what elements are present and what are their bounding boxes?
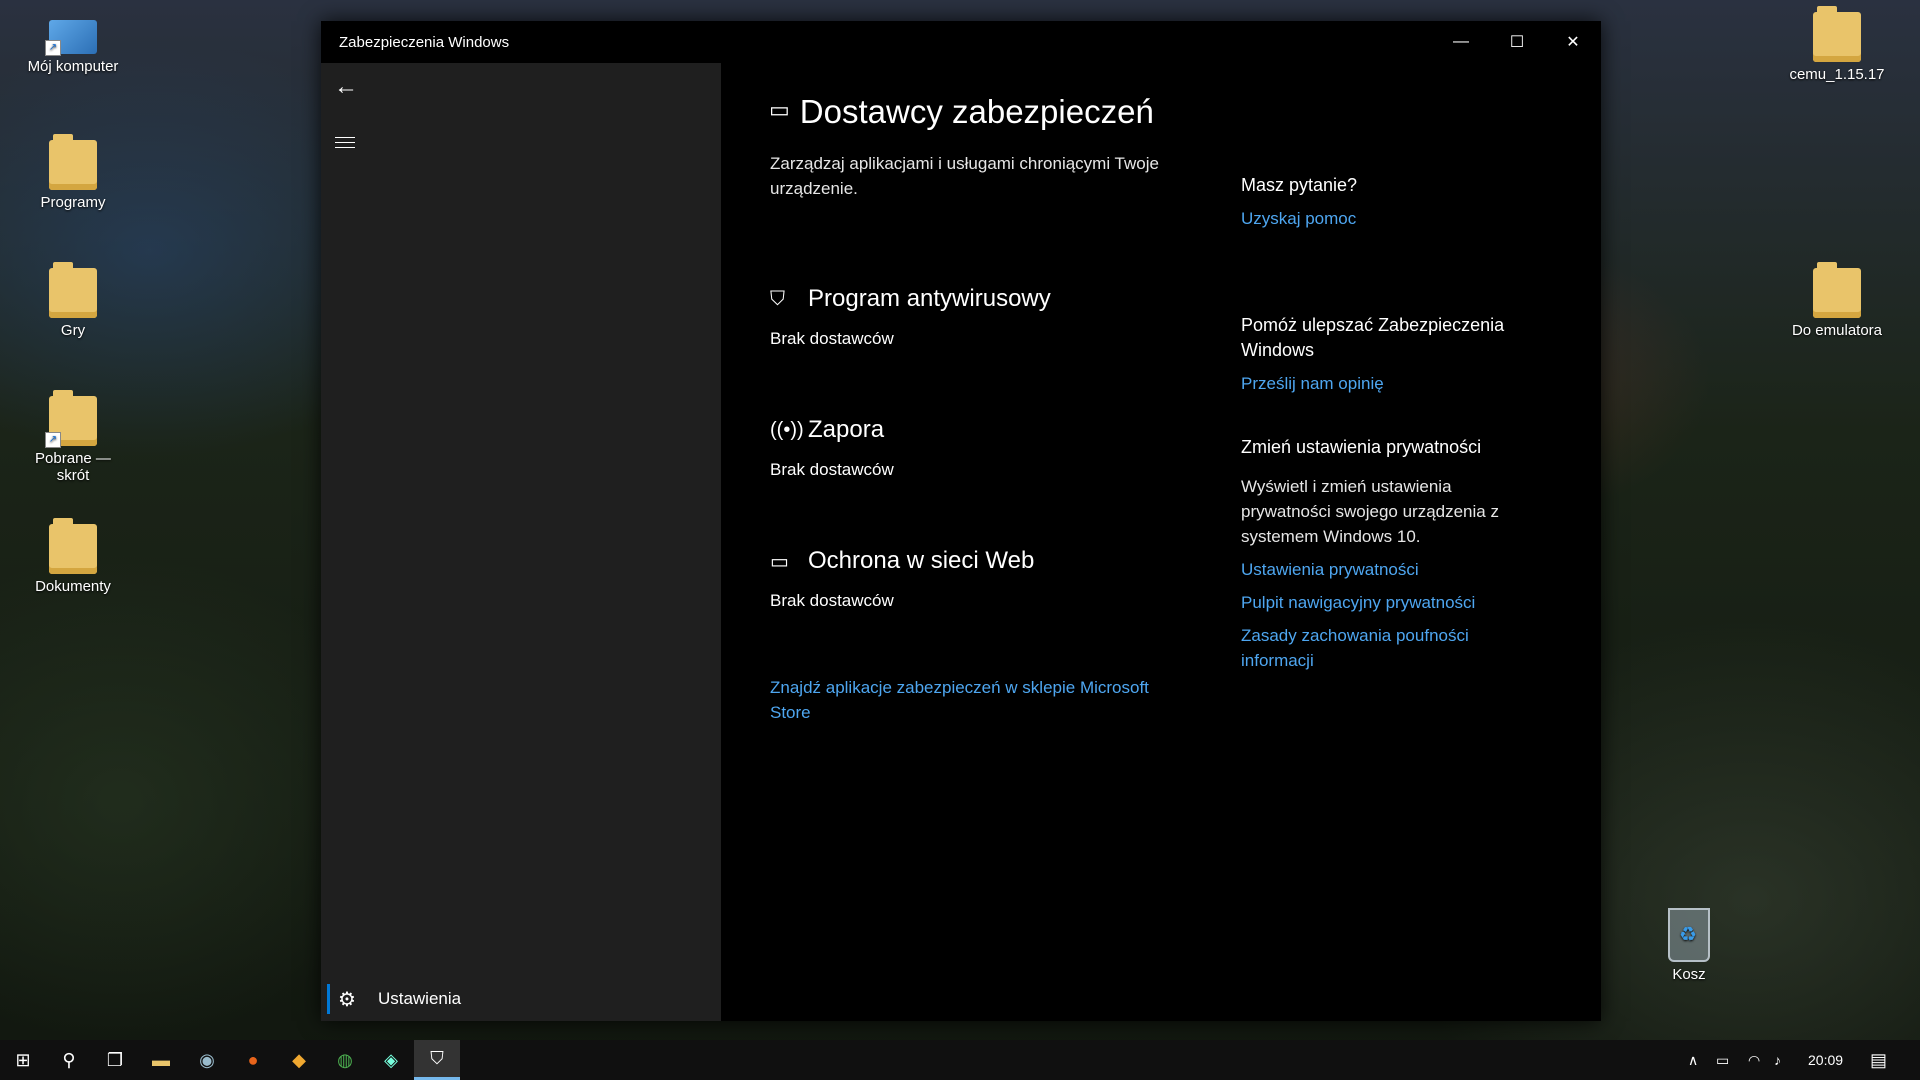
privacy-settings-link[interactable]: Ustawienia prywatności xyxy=(1241,557,1541,582)
shield-icon: ⛉ xyxy=(770,287,785,310)
computer-icon: ↗ xyxy=(45,20,97,56)
desktop-icon-label: Do emulatora xyxy=(1791,322,1883,339)
recycle-bin-icon: ♻ xyxy=(1668,908,1710,962)
maximize-button[interactable]: ☐ xyxy=(1489,21,1545,63)
help-block: Masz pytanie? Uzyskaj pomoc xyxy=(1241,173,1541,231)
desktop-icon-pobrane[interactable]: ↗ Pobrane — skrót xyxy=(18,390,128,484)
store-link[interactable]: Znajdź aplikacje zabezpieczeń w sklepie … xyxy=(770,675,1190,725)
privacy-dashboard-link[interactable]: Pulpit nawigacyjny prywatności xyxy=(1241,590,1541,615)
clock[interactable]: 20:09 xyxy=(1808,1040,1843,1080)
desktop-icon-label: Dokumenty xyxy=(35,578,111,595)
section-status: Brak dostawców xyxy=(770,460,894,479)
app-icon[interactable]: ● xyxy=(230,1040,276,1080)
folder-icon xyxy=(49,518,97,574)
security-window: Zabezpieczenia Windows — ☐ ✕ ← ⚙ Ustawie… xyxy=(321,21,1601,1021)
back-arrow-icon[interactable]: ← xyxy=(334,73,358,101)
minimize-button[interactable]: — xyxy=(1433,21,1489,63)
app-icon[interactable]: ◈ xyxy=(368,1040,414,1080)
hamburger-menu-icon[interactable] xyxy=(335,133,355,152)
selection-indicator xyxy=(327,984,330,1014)
steam-icon[interactable]: ◉ xyxy=(184,1040,230,1080)
sidebar: ← ⚙ Ustawienia xyxy=(321,63,721,1021)
desktop-icon-dokumenty[interactable]: Dokumenty xyxy=(18,518,128,595)
close-button[interactable]: ✕ xyxy=(1545,21,1601,63)
improve-heading: Pomóż ulepszać Zabezpieczenia Windows xyxy=(1241,315,1505,360)
desktop-icon-programy[interactable]: Programy xyxy=(18,134,128,211)
desktop-icon-label: Programy xyxy=(40,194,106,211)
chrome-icon[interactable]: ◍ xyxy=(322,1040,368,1080)
sidebar-item-settings[interactable]: ⚙ Ustawienia xyxy=(327,983,461,1015)
improve-block: Pomóż ulepszać Zabezpieczenia Windows Pr… xyxy=(1241,313,1541,396)
wifi-icon[interactable]: ◠ xyxy=(1748,1040,1760,1080)
app-icon[interactable]: ◆ xyxy=(276,1040,322,1080)
privacy-statement-link[interactable]: Zasady zachowania poufności informacji xyxy=(1241,623,1541,673)
question-heading: Masz pytanie? xyxy=(1241,175,1358,195)
window-title: Zabezpieczenia Windows xyxy=(339,34,510,51)
desktop-icon-my-computer[interactable]: ↗ Mój komputer xyxy=(18,12,128,75)
windows-start-icon[interactable]: ⊞ xyxy=(0,1040,46,1080)
search-icon[interactable]: ⚲ xyxy=(46,1040,92,1080)
desktop-icon-kosz[interactable]: ♻ Kosz xyxy=(1634,908,1744,983)
feedback-link[interactable]: Prześlij nam opinię xyxy=(1241,371,1541,396)
page-title: ▭ Dostawcy zabezpieczeń xyxy=(769,93,1154,130)
gear-icon: ⚙ xyxy=(338,988,356,1011)
windows-security-taskbar-icon[interactable]: ⛉ xyxy=(414,1040,460,1080)
folder-icon xyxy=(49,134,97,190)
section-title: Ochrona w sieci Web xyxy=(808,547,1035,574)
desktop-icon-do-emulatora[interactable]: Do emulatora xyxy=(1782,262,1892,339)
help-link[interactable]: Uzyskaj pomoc xyxy=(1241,206,1541,231)
folder-icon xyxy=(1813,262,1861,318)
section-status: Brak dostawców xyxy=(770,591,894,610)
desktop-icon-label: cemu_1.15.17 xyxy=(1789,66,1885,83)
desktop-icon-gry[interactable]: Gry xyxy=(18,262,128,339)
desktop-icon-label: Gry xyxy=(60,322,86,339)
privacy-text: Wyświetl i zmień ustawienia prywatności … xyxy=(1241,477,1499,546)
section-title: Program antywirusowy xyxy=(808,285,1051,312)
file-explorer-icon[interactable]: ▬ xyxy=(138,1040,184,1080)
firewall-antenna-icon: ((•)) xyxy=(770,418,804,441)
antivirus-section: ⛉ Program antywirusowy Brak dostawców xyxy=(770,285,1051,349)
browser-window-icon: ▭ xyxy=(770,550,789,573)
section-title: Zapora xyxy=(808,416,885,443)
privacy-block: Zmień ustawienia prywatności Wyświetl i … xyxy=(1241,435,1541,673)
folder-icon: ↗ xyxy=(45,390,97,448)
sidebar-item-label: Ustawienia xyxy=(377,989,462,1008)
firewall-section: ((•)) Zapora Brak dostawców xyxy=(770,416,894,480)
title-bar[interactable]: Zabezpieczenia Windows — ☐ ✕ xyxy=(321,21,1601,63)
show-hidden-icons-icon[interactable]: ∧ xyxy=(1688,1040,1698,1080)
page-description: Zarządzaj aplikacjami i usługami chronią… xyxy=(770,154,1159,198)
folder-icon xyxy=(49,262,97,318)
task-view-icon[interactable]: ❐ xyxy=(92,1040,138,1080)
volume-icon[interactable]: ♪ xyxy=(1774,1040,1781,1080)
folder-icon xyxy=(1813,6,1861,62)
section-status: Brak dostawców xyxy=(770,329,894,348)
desktop-icon-label: Pobrane — skrót xyxy=(35,450,111,484)
main-content: ▭ Dostawcy zabezpieczeń Zarządzaj aplikac… xyxy=(721,63,1601,1021)
privacy-heading: Zmień ustawienia prywatności xyxy=(1241,437,1482,457)
taskbar: ⊞ ⚲ ❐ ▬ ◉ ● ◆ ◍ ◈ ⛉ ∧ ▭ ◠ ♪ 20:09 ▤ xyxy=(0,1040,1920,1080)
action-center-icon[interactable]: ▤ xyxy=(1870,1040,1887,1080)
battery-icon[interactable]: ▭ xyxy=(1716,1040,1729,1080)
desktop-icon-cemu[interactable]: cemu_1.15.17 xyxy=(1782,6,1892,83)
desktop-icon-label: Kosz xyxy=(1672,966,1706,983)
security-providers-icon: ▭ xyxy=(769,97,790,122)
desktop-icon-label: Mój komputer xyxy=(27,58,119,75)
web-protection-section: ▭ Ochrona w sieci Web Brak dostawców xyxy=(770,547,1034,611)
